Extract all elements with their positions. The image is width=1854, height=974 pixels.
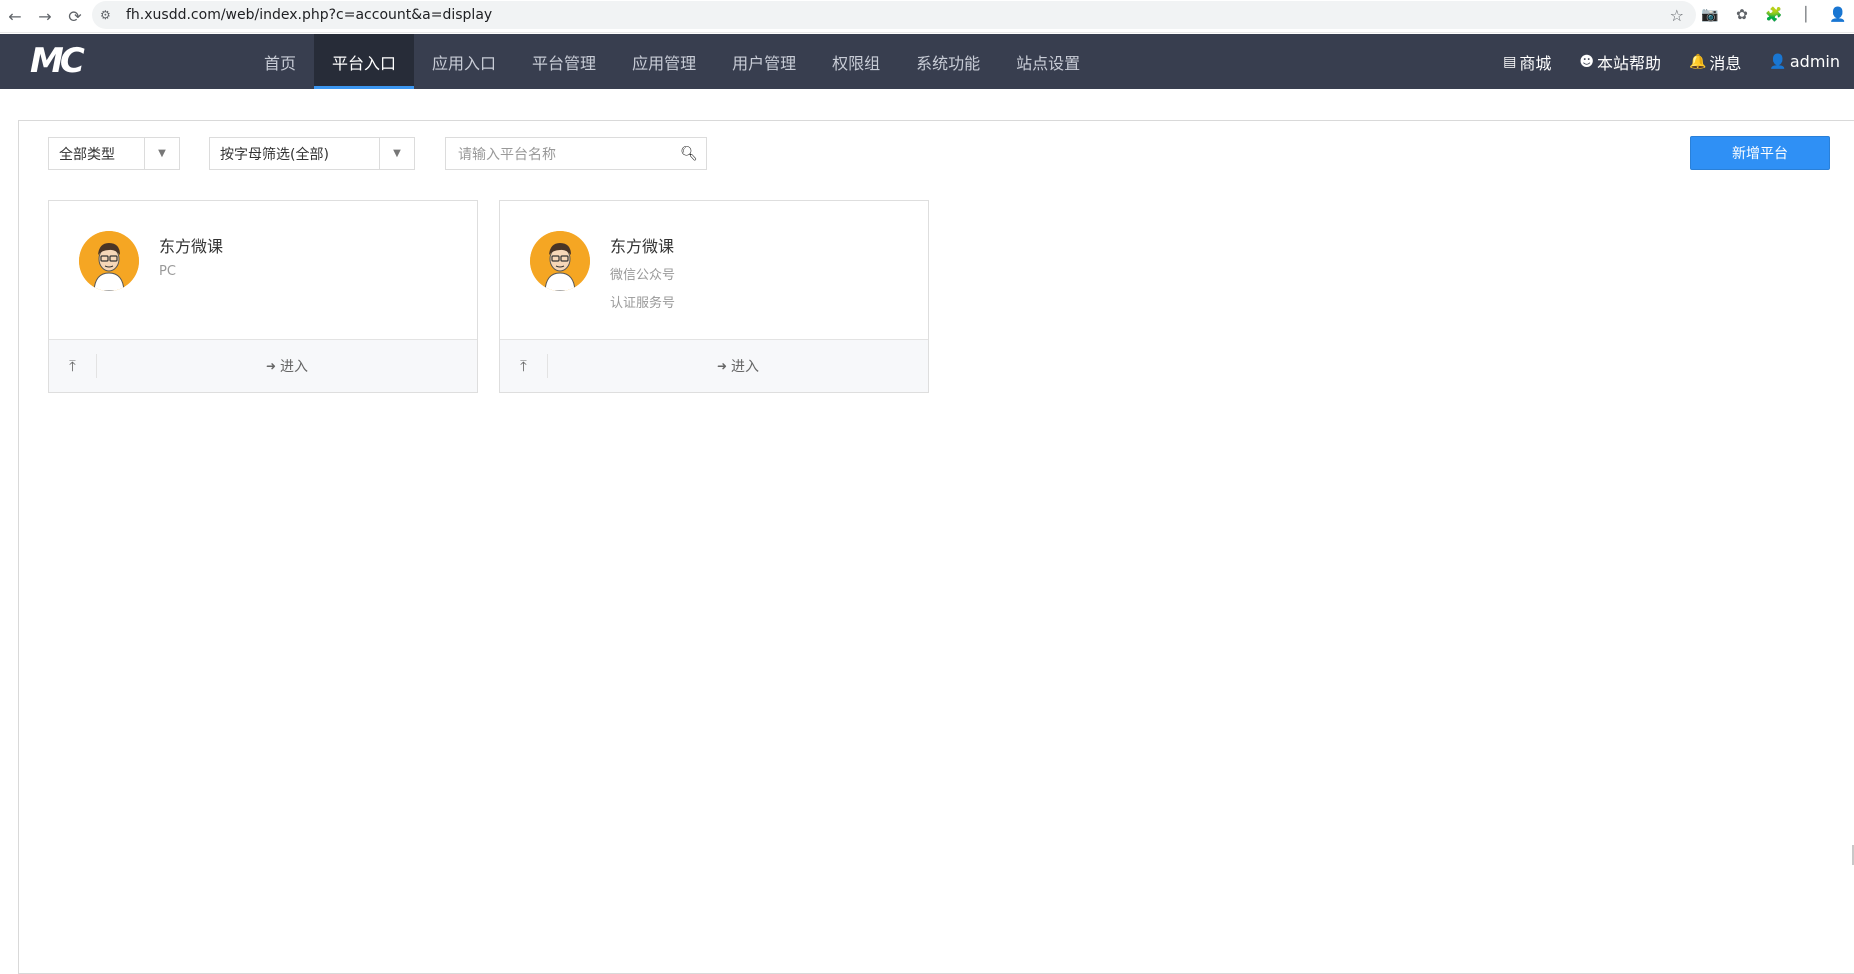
enter-label: 进入 [731,359,760,375]
messages-label: 消息 [1709,53,1742,73]
forward-icon: → [38,6,52,26]
platform-type: 微信公众号 [610,268,676,283]
platform-card: 东方微课 PC ⤒ ➜ 进入 [48,200,478,393]
user-menu[interactable]: 👤 admin [1755,52,1854,71]
nav-site-settings[interactable]: 站点设置 [998,34,1098,89]
help-icon: ☻ [1579,53,1594,70]
card-footer: ⤒ ➜ 进入 [500,339,928,392]
type-filter-select[interactable]: 全部类型 ▼ [48,137,180,170]
caret-down-icon: ▼ [379,138,414,169]
enter-platform-button[interactable]: ➜ 进入 [97,356,477,376]
nav-platform-entry[interactable]: 平台入口 [314,34,415,89]
platform-name: 东方微课 [610,237,675,256]
platform-card: 东方微课 微信公众号 认证服务号 ⤒ ➜ 进入 [499,200,929,393]
platform-name: 东方微课 [159,237,224,256]
back-icon: ← [8,6,22,26]
nav-system-functions[interactable]: 系统功能 [898,34,998,89]
pin-to-top-button[interactable]: ⤒ [500,354,548,378]
enter-platform-button[interactable]: ➜ 进入 [548,356,928,376]
sign-in-icon: ➜ [716,359,728,373]
main-menu: 首页 平台入口 应用入口 平台管理 应用管理 用户管理 权限组 系统功能 站点设… [246,34,1098,89]
type-filter-value: 全部类型 [59,146,115,163]
arrow-to-top-icon: ⤒ [520,357,527,375]
site-info-icon[interactable]: ⚙ [100,8,122,22]
enter-label: 进入 [280,359,309,375]
app-logo[interactable]: MC [30,42,94,80]
bell-icon: 🔔 [1688,53,1707,70]
username-label: admin [1789,52,1840,71]
forward-button[interactable]: → [30,1,60,31]
shop-label: 商城 [1519,53,1552,73]
card-footer: ⤒ ➜ 进入 [49,339,477,392]
reload-icon: ⟳ [68,6,82,26]
extension-icons: 📷 ✿ 🧩 │ 👤 [1694,0,1854,30]
avatar [79,231,139,291]
messages-link[interactable]: 🔔 消息 [1675,50,1755,74]
flower-extension-icon[interactable]: ✿ [1726,7,1758,23]
reload-button[interactable]: ⟳ [60,1,90,31]
letter-filter-value: 按字母筛选(全部) [220,146,329,163]
user-icon: 👤 [1769,53,1787,70]
toolbar-divider: │ [1801,7,1811,23]
nav-home[interactable]: 首页 [246,34,314,89]
shop-link[interactable]: ▤ 商城 [1489,50,1565,74]
profile-icon[interactable]: 👤 [1822,7,1854,23]
arrow-to-top-icon: ⤒ [69,357,76,375]
pin-to-top-button[interactable]: ⤒ [49,354,97,378]
nav-app-entry[interactable]: 应用入口 [414,34,514,89]
nav-app-management[interactable]: 应用管理 [614,34,714,89]
caret-down-icon: ▼ [144,138,179,169]
bookmark-star-icon[interactable]: ☆ [1670,6,1684,25]
search-icon[interactable]: 🔍︎ [672,146,706,162]
url-text[interactable]: fh.xusdd.com/web/index.php?c=account&a=d… [126,7,492,23]
avatar [530,231,590,291]
platform-type: PC [159,264,176,279]
screenshot-extension-icon[interactable]: 📷 [1694,7,1726,23]
add-platform-button[interactable]: 新增平台 [1690,136,1830,170]
search-placeholder: 请输入平台名称 [458,146,556,163]
platform-search-input[interactable]: 请输入平台名称 🔍︎ [445,137,707,170]
help-link[interactable]: ☻ 本站帮助 [1565,50,1675,74]
nav-permission-group[interactable]: 权限组 [814,34,898,89]
store-icon: ▤ [1503,53,1517,70]
puzzle-extensions-icon[interactable]: 🧩 [1758,7,1790,23]
letter-filter-select[interactable]: 按字母筛选(全部) ▼ [209,137,415,170]
top-navbar: MC 首页 平台入口 应用入口 平台管理 应用管理 用户管理 权限组 系统功能 … [0,34,1854,89]
nav-platform-management[interactable]: 平台管理 [514,34,614,89]
platform-level: 认证服务号 [610,296,676,311]
browser-toolbar: ← → ⟳ ⚙ fh.xusdd.com/web/index.php?c=acc… [0,0,1854,33]
nav-user-management[interactable]: 用户管理 [714,34,814,89]
address-bar[interactable]: ⚙ fh.xusdd.com/web/index.php?c=account&a… [92,1,1696,29]
back-button[interactable]: ← [0,1,30,31]
help-label: 本站帮助 [1596,53,1661,73]
nav-right-links: ▤ 商城 ☻ 本站帮助 🔔 消息 👤 admin [1489,34,1854,89]
sign-in-icon: ➜ [265,359,277,373]
